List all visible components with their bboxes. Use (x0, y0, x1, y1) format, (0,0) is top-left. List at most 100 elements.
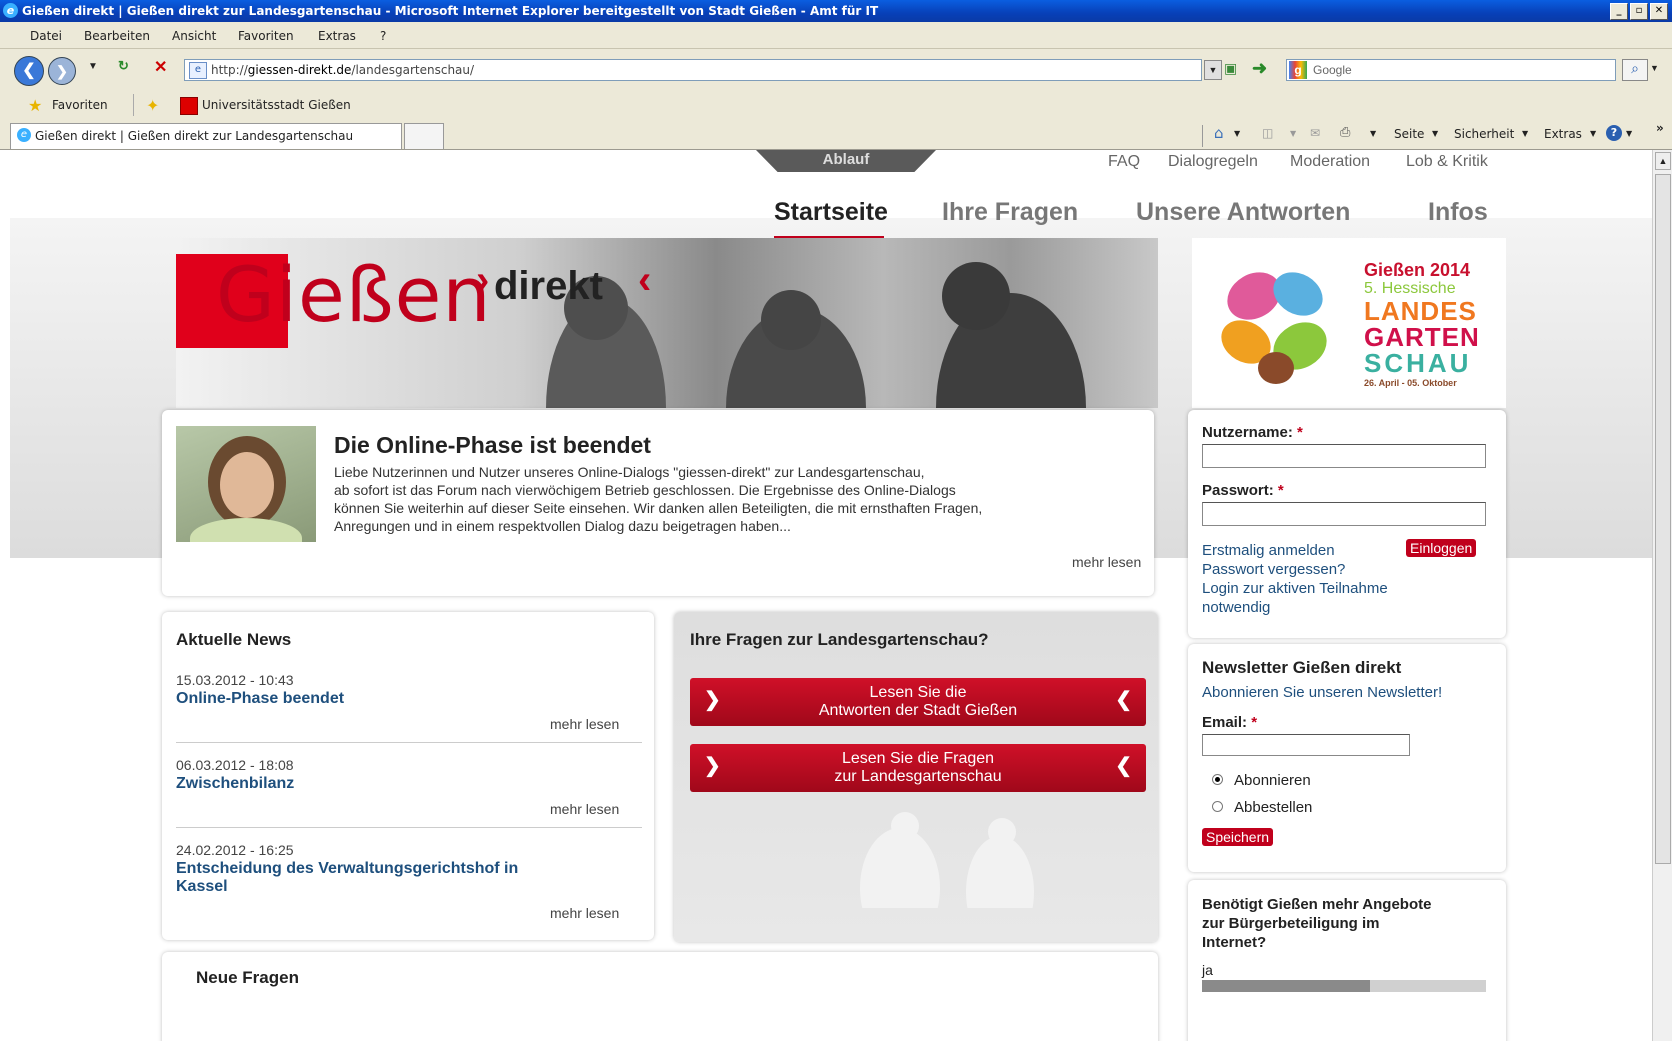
questions-heading: Ihre Fragen zur Landesgartenschau? (690, 630, 989, 649)
subscribe-label: Abonnieren (1234, 772, 1311, 789)
favorite-link-giessen[interactable]: Universitätsstadt Gießen (202, 98, 351, 112)
ie-logo-icon: e (3, 3, 18, 18)
compat-view-icon[interactable]: ▣ (1224, 60, 1237, 77)
intro-title: Die Online-Phase ist beendet (334, 432, 651, 458)
nav-ihre-fragen[interactable]: Ihre Fragen (942, 198, 1078, 227)
help-icon[interactable]: ? (1606, 125, 1622, 141)
refresh-icon[interactable]: ↻ (118, 58, 138, 78)
feeds-dropdown-icon[interactable]: ▼ (1290, 129, 1296, 138)
mayor-photo (176, 426, 316, 542)
link-lob-kritik[interactable]: Lob & Kritik (1406, 153, 1488, 171)
favorites-bar: ★ Favoriten ✦ Universitätsstadt Gießen (0, 91, 1672, 121)
read-questions-line1: Lesen Sie die Fragen (841, 750, 995, 767)
favorites-button[interactable]: Favoriten (52, 98, 108, 112)
read-answers-button[interactable]: ❯ Lesen Sie die Antworten der Stadt Gieß… (690, 678, 1146, 726)
intro-more-link[interactable]: mehr lesen (1072, 554, 1141, 570)
maximize-button[interactable]: ▫ (1630, 3, 1648, 20)
minimize-button[interactable]: _ (1610, 3, 1628, 20)
statues-silhouette-illustration (860, 812, 1034, 908)
login-button[interactable]: Einloggen (1406, 539, 1477, 557)
menu-datei[interactable]: Datei (30, 29, 62, 43)
questions-box: Ihre Fragen zur Landesgartenschau? ❯ Les… (674, 612, 1158, 942)
history-dropdown-icon[interactable]: ▼ (88, 61, 98, 72)
news-separator (176, 742, 642, 743)
read-answers-line2: Antworten der Stadt Gießen (818, 702, 1018, 719)
seite-dropdown-icon: ▼ (1432, 129, 1439, 138)
print-icon[interactable]: ⎙ (1340, 125, 1350, 140)
lgs-logo-panel: Gießen 2014 5. Hessische LANDES GARTEN S… (1192, 238, 1506, 408)
stop-icon[interactable]: ✕ (154, 57, 174, 77)
menu-help[interactable]: ? (380, 29, 386, 43)
menu-extras-toolbar[interactable]: Extras (1544, 127, 1582, 141)
print-dropdown-icon[interactable]: ▼ (1370, 129, 1376, 138)
lgs-year: Gießen 2014 (1364, 260, 1471, 280)
poll-question-line2: zur Bürgerbeteiligung im (1202, 915, 1380, 932)
address-input[interactable]: e http://giessen-direkt.de/landesgartens… (184, 59, 1202, 81)
news-1-title[interactable]: Online-Phase beendet (176, 690, 344, 708)
chevron-left-icon: ❮ (1115, 689, 1132, 711)
feeds-icon[interactable]: ◫ (1262, 126, 1273, 140)
nav-unsere-antworten[interactable]: Unsere Antworten (1136, 198, 1350, 227)
news-1-more-link[interactable]: mehr lesen (550, 716, 619, 732)
email-input[interactable] (1202, 734, 1410, 756)
search-input[interactable]: g Google (1286, 59, 1616, 81)
menu-sicherheit[interactable]: Sicherheit (1454, 127, 1514, 141)
menu-ansicht[interactable]: Ansicht (172, 29, 216, 43)
unsubscribe-label: Abbestellen (1234, 799, 1313, 816)
password-label: Passwort: * (1202, 482, 1284, 499)
password-input[interactable] (1202, 502, 1486, 526)
go-icon[interactable]: ➜ (1252, 58, 1267, 79)
new-tab-button[interactable] (404, 123, 444, 149)
favbar-divider (133, 94, 134, 116)
tab-active[interactable]: e Gießen direkt | Gießen direkt zur Land… (10, 123, 402, 149)
news-2-more-link[interactable]: mehr lesen (550, 801, 619, 817)
home-icon[interactable]: ⌂ (1214, 124, 1224, 142)
add-favorite-icon[interactable]: ✦ (146, 96, 159, 115)
news-3-title-line1[interactable]: Entscheidung des Verwaltungsgerichtshof … (176, 860, 518, 878)
tab-ie-icon: e (17, 128, 31, 142)
toolbar-overflow-icon[interactable]: » (1656, 121, 1664, 135)
link-faq[interactable]: FAQ (1108, 153, 1140, 171)
ablauf-flap[interactable]: Ablauf (756, 150, 936, 172)
search-placeholder: Google (1313, 63, 1352, 77)
news-2-title[interactable]: Zwischenbilanz (176, 775, 294, 793)
forgot-password-link[interactable]: Passwort vergessen? (1202, 561, 1345, 578)
save-button[interactable]: Speichern (1202, 828, 1274, 846)
back-button[interactable]: ❮ (14, 56, 44, 86)
news-3-date: 24.02.2012 - 16:25 (176, 842, 294, 858)
news-3-title-line2[interactable]: Kassel (176, 878, 228, 896)
read-answers-label: Lesen Sie die Antworten der Stadt Gießen (690, 678, 1146, 720)
poll-question-line1: Benötigt Gießen mehr Angebote (1202, 896, 1432, 913)
mail-icon[interactable]: ✉ (1310, 126, 1320, 140)
search-icon[interactable]: ⌕ (1622, 59, 1648, 81)
nav-infos[interactable]: Infos (1428, 198, 1488, 227)
username-input[interactable] (1202, 444, 1486, 468)
logo-direkt-text: direkt (494, 264, 603, 308)
first-login-link[interactable]: Erstmalig anmelden (1202, 542, 1335, 559)
read-questions-button[interactable]: ❯ Lesen Sie die Fragen zur Landesgartens… (690, 744, 1146, 792)
search-options-icon[interactable]: ▼ (1650, 63, 1659, 73)
menu-bearbeiten[interactable]: Bearbeiten (84, 29, 150, 43)
chevron-left-icon: ❮ (1115, 755, 1132, 777)
page-scrollbar[interactable]: ▲ (1652, 150, 1672, 1041)
news-3-more-link[interactable]: mehr lesen (550, 905, 619, 921)
unsubscribe-radio[interactable] (1212, 801, 1223, 812)
menu-extras[interactable]: Extras (318, 29, 356, 43)
close-window-button[interactable]: ✕ (1650, 3, 1668, 20)
news-heading: Aktuelle News (176, 630, 292, 649)
home-dropdown-icon[interactable]: ▼ (1234, 129, 1240, 138)
link-dialogregeln[interactable]: Dialogregeln (1168, 153, 1258, 171)
help-dropdown-icon[interactable]: ▼ (1626, 129, 1632, 138)
username-required-mark: * (1297, 424, 1303, 441)
window-title: Gießen direkt | Gießen direkt zur Landes… (22, 4, 879, 18)
menu-favoriten[interactable]: Favoriten (238, 29, 294, 43)
address-dropdown-icon[interactable]: ▼ (1204, 60, 1222, 80)
window-titlebar: e Gießen direkt | Gießen direkt zur Land… (0, 0, 1672, 22)
subscribe-radio[interactable] (1212, 774, 1223, 785)
nav-startseite[interactable]: Startseite (774, 198, 888, 227)
link-moderation[interactable]: Moderation (1290, 153, 1370, 171)
menu-seite[interactable]: Seite (1394, 127, 1424, 141)
scroll-up-icon[interactable]: ▲ (1655, 152, 1671, 170)
forward-button[interactable]: ❯ (48, 57, 76, 85)
scroll-thumb[interactable] (1655, 174, 1671, 864)
